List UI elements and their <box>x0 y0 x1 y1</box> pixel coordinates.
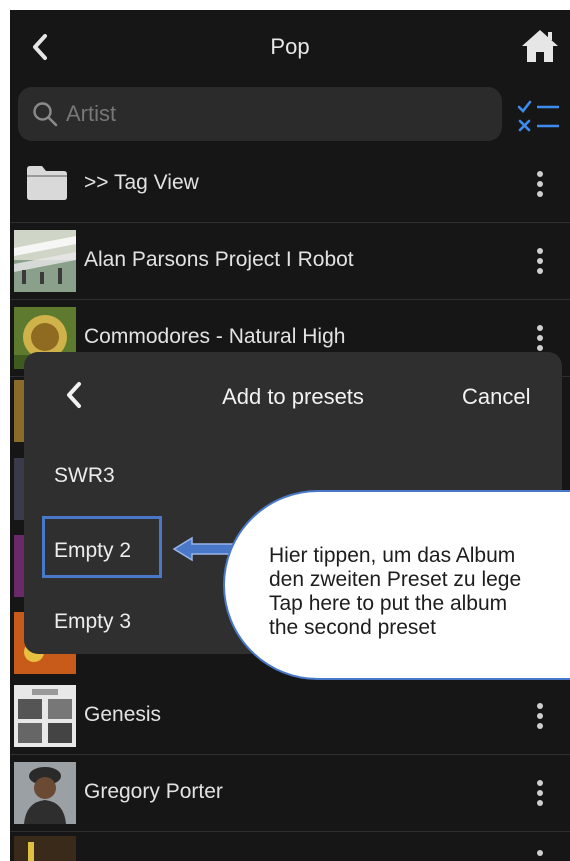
callout-text: Hier tippen, um das Album den zweiten Pr… <box>269 544 570 640</box>
list-item-label: Alan Parsons Project I Robot <box>84 248 354 271</box>
more-vertical-icon[interactable] <box>530 848 550 861</box>
callout-line: den zweiten Preset zu lege <box>269 568 522 591</box>
callout-line: Tap here to put the album <box>269 592 508 615</box>
list-item-tag-view[interactable]: >> Tag View <box>10 147 570 223</box>
callout-line: Hier tippen, um das Album <box>269 544 516 567</box>
search-input[interactable] <box>66 95 486 133</box>
album-cover-image <box>14 836 76 861</box>
album-cover-image <box>14 685 76 747</box>
home-icon[interactable] <box>520 28 560 64</box>
list-item-label: Gregory Porter <box>84 780 223 803</box>
more-vertical-icon[interactable] <box>530 701 550 733</box>
list-item-album[interactable]: Alan Parsons Project I Robot <box>10 224 570 300</box>
album-cover-image <box>14 380 24 442</box>
more-vertical-icon[interactable] <box>530 778 550 810</box>
preset-item-3[interactable]: Empty 3 <box>54 610 131 634</box>
checklist-icon[interactable] <box>515 98 561 134</box>
more-vertical-icon[interactable] <box>530 246 550 278</box>
list-item-album[interactable]: Genesis <box>10 679 570 755</box>
album-cover-image <box>14 535 24 597</box>
list-item-album[interactable]: Gregory Porter <box>10 756 570 832</box>
page-title: Pop <box>270 34 310 59</box>
more-vertical-icon[interactable] <box>530 169 550 201</box>
more-vertical-icon[interactable] <box>530 323 550 355</box>
search-icon <box>33 102 58 127</box>
callout-line: the second preset <box>269 616 436 639</box>
tutorial-callout: Hier tippen, um das Album den zweiten Pr… <box>223 490 570 680</box>
cancel-button[interactable]: Cancel <box>462 384 530 410</box>
album-cover-image <box>14 230 76 292</box>
nav-bar: Pop <box>10 10 570 86</box>
list-item-label: Commodores - Natural High <box>84 325 346 348</box>
app-screen: Pop >> Tag View <box>10 10 570 861</box>
list-item-label: >> Tag View <box>84 171 199 194</box>
album-cover-image <box>14 458 24 520</box>
preset-item-2[interactable]: Empty 2 <box>54 539 131 563</box>
list-item-label: Genesis <box>84 703 162 726</box>
search-bar[interactable] <box>18 87 502 141</box>
preset-item-1[interactable]: SWR3 <box>54 464 115 488</box>
folder-icon <box>27 166 67 200</box>
album-cover-image <box>14 762 76 824</box>
